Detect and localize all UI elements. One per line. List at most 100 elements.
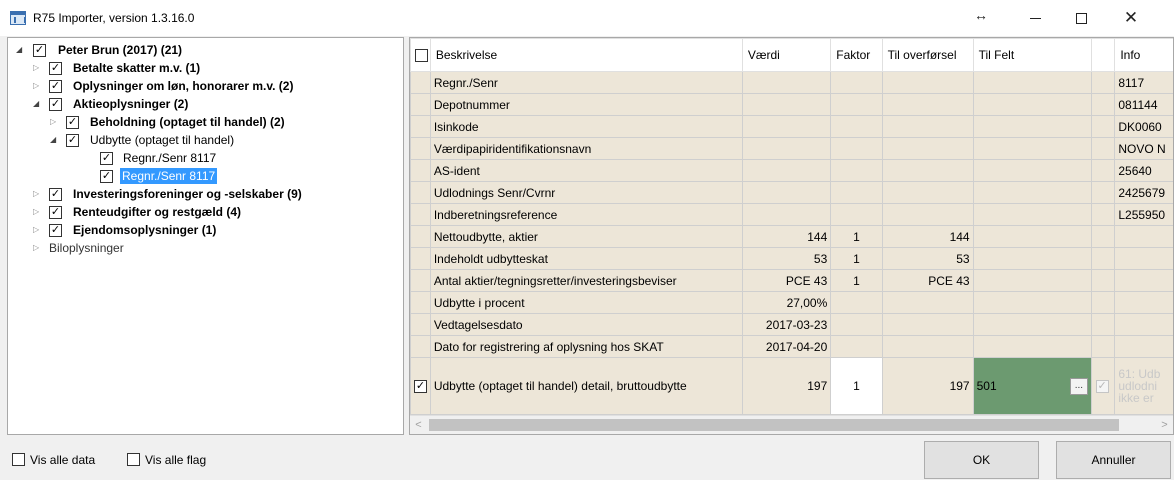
row-select-cell[interactable] [410, 115, 431, 138]
expand-icon[interactable]: ◢ [33, 96, 43, 112]
table-row[interactable]: Værdipapiridentifikationsnavn NOVO N [410, 137, 1173, 160]
tree-item-checkbox[interactable]: ✓ [49, 80, 62, 93]
cell-info [1114, 225, 1173, 248]
column-header-beskrivelse[interactable]: Beskrivelse [429, 38, 743, 72]
table-row[interactable]: Vedtagelsesdato 2017-03-23 [410, 313, 1173, 336]
row-select-cell[interactable] [410, 181, 431, 204]
column-header-check[interactable] [1090, 38, 1116, 72]
collapse-icon[interactable]: ▷ [33, 60, 43, 76]
tree-item-checkbox[interactable]: ✓ [66, 116, 79, 129]
tree-item-checkbox[interactable]: ✓ [49, 98, 62, 111]
collapse-icon[interactable]: ▷ [33, 78, 43, 94]
scroll-thumb[interactable] [429, 419, 1119, 431]
tree-item-checkbox[interactable]: ✓ [100, 152, 113, 165]
tree-item-label: Regnr./Senr 8117 [120, 168, 218, 184]
cell-vaerdi: 2017-03-23 [741, 313, 832, 336]
row-checkbox[interactable]: ✓ [413, 380, 427, 394]
select-all-checkbox-cell[interactable] [410, 38, 431, 72]
table-row[interactable]: Udbytte i procent 27,00% [410, 291, 1173, 314]
table-row[interactable]: Antal aktier/tegningsretter/investerings… [410, 269, 1173, 292]
table-row[interactable]: Isinkode DK0060 [410, 115, 1173, 138]
table-row[interactable]: Indberetningsreference L255950 [410, 203, 1173, 226]
tree-item-checkbox[interactable]: ✓ [49, 224, 62, 237]
felt-browse-button[interactable]: ... [1069, 378, 1088, 395]
row-select-cell[interactable] [410, 269, 431, 292]
collapse-icon[interactable]: ▷ [50, 114, 60, 130]
row-select-cell[interactable] [410, 203, 431, 226]
select-all-checkbox[interactable] [415, 49, 428, 63]
row-select-cell[interactable] [410, 137, 431, 160]
column-header-faktor[interactable]: Faktor [830, 38, 883, 72]
cell-check[interactable]: ✓ [1090, 357, 1116, 415]
cell-vaerdi: 2017-04-20 [741, 335, 832, 358]
cell-til-felt [972, 247, 1092, 270]
maximize-button[interactable] [1058, 0, 1104, 36]
row-select-cell[interactable] [410, 93, 431, 116]
tree-item-checkbox[interactable]: ✓ [49, 188, 62, 201]
expand-icon[interactable]: ◢ [16, 42, 26, 58]
column-header-vaerdi[interactable]: Værdi [741, 38, 832, 72]
table-row-detail[interactable]: ✓ Udbytte (optaget til handel) detail, b… [410, 357, 1173, 415]
row-select-cell[interactable] [410, 291, 431, 314]
tree-item-label: Aktieoplysninger (2) [73, 97, 189, 111]
cell-info: DK0060 [1114, 115, 1173, 138]
column-header-info[interactable]: Info [1114, 38, 1173, 72]
scroll-left-icon[interactable]: < [410, 416, 427, 434]
minimize-button[interactable] [1012, 0, 1058, 36]
vis-alle-data-checkbox[interactable] [12, 453, 25, 466]
cell-beskrivelse: AS-ident [429, 159, 743, 182]
cell-vaerdi [741, 93, 832, 116]
table-row[interactable]: Udlodnings Senr/Cvrnr 2425679 [410, 181, 1173, 204]
column-header-til-felt[interactable]: Til Felt [972, 38, 1092, 72]
resize-icon[interactable]: ↔ [958, 0, 1004, 36]
vis-alle-flag-checkbox[interactable] [127, 453, 140, 466]
cell-til-felt-input[interactable]: 501 ... [972, 357, 1092, 415]
horizontal-scrollbar[interactable]: < > [410, 415, 1173, 434]
row-checkbox-cell[interactable]: ✓ [410, 357, 431, 415]
cell-vaerdi [741, 137, 832, 160]
tree-item-label: Renteudgifter og restgæld (4) [73, 205, 242, 219]
close-button[interactable]: ✕ [1108, 0, 1154, 36]
tree-root-checkbox[interactable]: ✓ [33, 44, 46, 57]
ok-button[interactable]: OK [924, 441, 1039, 479]
tree-item-checkbox[interactable]: ✓ [100, 170, 113, 183]
cell-info: 081144 [1114, 93, 1173, 116]
scroll-right-icon[interactable]: > [1156, 416, 1173, 434]
cell-til-overfoersel [881, 115, 974, 138]
collapse-icon[interactable]: ▷ [33, 222, 43, 238]
row-select-cell[interactable] [410, 313, 431, 336]
cell-check [1090, 335, 1116, 358]
table-row[interactable]: AS-ident 25640 [410, 159, 1173, 182]
expand-icon[interactable]: ◢ [50, 132, 60, 148]
row-select-cell[interactable] [410, 225, 431, 248]
category-tree[interactable]: ◢ ✓ Peter Brun (2017) (21) ▷ ✓ Betalte s… [7, 37, 404, 435]
table-row[interactable]: Dato for registrering af oplysning hos S… [410, 335, 1173, 358]
table-row[interactable]: Regnr./Senr 8117 [410, 71, 1173, 94]
cell-check [1090, 269, 1116, 292]
tree-item-checkbox[interactable]: ✓ [66, 134, 79, 147]
cell-til-felt [972, 137, 1092, 160]
row-select-cell[interactable] [410, 247, 431, 270]
tree-item-label: Regnr./Senr 8117 [123, 151, 217, 165]
table-row[interactable]: Nettoudbytte, aktier 144 1 144 [410, 225, 1173, 248]
tree-item-checkbox[interactable]: ✓ [49, 62, 62, 75]
cell-beskrivelse: Isinkode [429, 115, 743, 138]
tree-item-checkbox[interactable]: ✓ [49, 206, 62, 219]
cell-faktor [830, 313, 883, 336]
row-select-cell[interactable] [410, 159, 431, 182]
collapse-icon[interactable]: ▷ [33, 204, 43, 220]
cell-til-overfoersel [881, 137, 974, 160]
collapse-icon[interactable]: ▷ [33, 240, 43, 256]
annuller-button[interactable]: Annuller [1056, 441, 1171, 479]
row-select-cell[interactable] [410, 71, 431, 94]
table-row[interactable]: Indeholdt udbytteskat 53 1 53 [410, 247, 1173, 270]
data-grid[interactable]: Beskrivelse Værdi Faktor Til overførsel … [409, 37, 1174, 435]
cell-faktor-input[interactable]: 1 [830, 357, 883, 415]
cell-til-felt [972, 93, 1092, 116]
collapse-icon[interactable]: ▷ [33, 186, 43, 202]
row-select-cell[interactable] [410, 335, 431, 358]
row-check-disabled[interactable]: ✓ [1095, 380, 1109, 394]
cell-check [1090, 181, 1116, 204]
table-row[interactable]: Depotnummer 081144 [410, 93, 1173, 116]
column-header-til-overfoersel[interactable]: Til overførsel [881, 38, 974, 72]
